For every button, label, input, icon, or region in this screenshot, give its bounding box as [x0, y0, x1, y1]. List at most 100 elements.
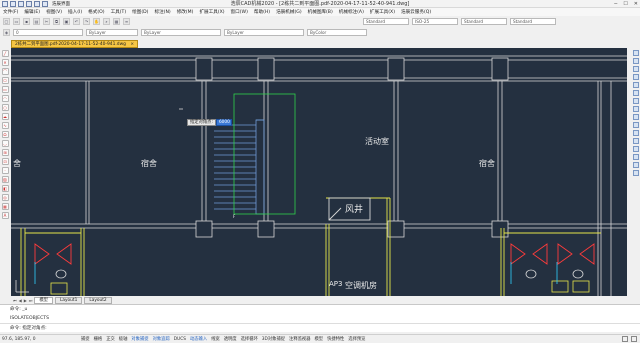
polyline-icon[interactable]: ⌒	[1, 68, 9, 75]
menu-draw[interactable]: 绘图(D)	[129, 9, 151, 15]
zoom-icon[interactable]: ⌕	[103, 17, 110, 25]
array-icon[interactable]	[633, 82, 639, 88]
print-icon[interactable]	[34, 0, 40, 7]
cloud-icon[interactable]: ☁	[1, 113, 9, 120]
extend-icon[interactable]	[633, 130, 639, 136]
settings-icon[interactable]	[622, 336, 628, 342]
menu-mech-dim[interactable]: 机械标注(A)	[336, 9, 367, 15]
text-style-combo[interactable]: Standard	[363, 17, 409, 25]
chamfer-icon[interactable]	[633, 154, 639, 160]
dynamic-input-toggle[interactable]: 动态输入	[190, 336, 207, 342]
menu-file[interactable]: 文件(F)	[0, 9, 21, 15]
lineweight-toggle[interactable]: 线宽	[211, 336, 220, 342]
undo-icon[interactable]	[42, 0, 48, 7]
cut-icon[interactable]: ✂	[43, 17, 50, 25]
snap-toggle[interactable]: 捕捉	[81, 336, 90, 342]
copy-object-icon[interactable]	[633, 58, 639, 64]
save-icon[interactable]	[26, 0, 32, 7]
erase-icon[interactable]	[633, 50, 639, 56]
menu-view[interactable]: 视图(V)	[43, 9, 65, 15]
mirror-icon[interactable]	[633, 66, 639, 72]
selection-cycling-toggle[interactable]: 选择循环	[241, 336, 258, 342]
menu-edit[interactable]: 编辑(E)	[21, 9, 43, 15]
model-space-toggle[interactable]: 模型	[315, 336, 324, 342]
otrack-toggle[interactable]: 对象追踪	[153, 336, 170, 342]
menu-insert[interactable]: 插入(I)	[65, 9, 85, 15]
last-layout-icon[interactable]: ⏭	[29, 298, 33, 303]
menu-mech[interactable]: 浩辰机械(G)	[273, 9, 305, 15]
command-prompt[interactable]: 命令: 指定对角点:	[0, 323, 640, 332]
table-style-combo[interactable]: Standard	[461, 17, 507, 25]
move-icon[interactable]	[633, 90, 639, 96]
rotate-icon[interactable]	[633, 98, 639, 104]
tooltip-value-input[interactable]: 6000	[215, 118, 232, 126]
join-icon[interactable]	[633, 146, 639, 152]
menu-tools[interactable]: 工具(T)	[108, 9, 130, 15]
maximize-icon[interactable]: ☐	[623, 1, 627, 7]
menu-window[interactable]: 窗口(W)	[228, 9, 251, 15]
color-combo[interactable]: ByLayer	[86, 28, 138, 36]
circle-icon[interactable]: ○	[1, 104, 9, 111]
open-icon[interactable]: ▭	[13, 17, 20, 25]
arc-icon[interactable]: ◠	[1, 95, 9, 102]
offset-icon[interactable]	[633, 74, 639, 80]
3d-osnap-toggle[interactable]: 3D对象捕捉	[262, 336, 285, 342]
next-layout-icon[interactable]: ▶	[24, 298, 27, 303]
minimize-icon[interactable]: ─	[614, 1, 617, 7]
first-layout-icon[interactable]: ⏮	[13, 298, 17, 303]
tab-layout2[interactable]: Layout2	[84, 296, 112, 304]
construction-line-icon[interactable]: ✕	[1, 59, 9, 66]
copy-icon[interactable]: ⧉	[53, 17, 60, 25]
insert-block-icon[interactable]: ⊞	[1, 149, 9, 156]
region-icon[interactable]: ◎	[1, 194, 9, 201]
polygon-icon[interactable]: ⬠	[1, 77, 9, 84]
menu-ext-tools[interactable]: 扩展工具(X)	[196, 9, 227, 15]
new-icon[interactable]: ▢	[3, 17, 10, 25]
menu-help[interactable]: 帮助(H)	[251, 9, 273, 15]
paste-icon[interactable]: ▣	[63, 17, 70, 25]
close-icon[interactable]: ×	[130, 42, 134, 47]
ducs-toggle[interactable]: DUCS	[174, 337, 186, 342]
osnap-toggle[interactable]: 对象捕捉	[131, 336, 148, 342]
explode-icon[interactable]	[633, 170, 639, 176]
rectangle-icon[interactable]: ▭	[1, 86, 9, 93]
menu-mech-lib[interactable]: 机械图库(B)	[305, 9, 336, 15]
pan-icon[interactable]: ✋	[93, 17, 100, 25]
transparency-toggle[interactable]: 透明度	[224, 336, 237, 342]
menu-format[interactable]: 格式(O)	[85, 9, 107, 15]
plot-style-combo[interactable]: ByColor	[307, 28, 367, 36]
polar-toggle[interactable]: 极轴	[119, 336, 128, 342]
quickbar-label[interactable]: 浩辰界面	[52, 1, 70, 7]
dim-style-combo[interactable]: ISO-25	[412, 17, 458, 25]
make-block-icon[interactable]: ⊡	[1, 158, 9, 165]
quick-properties-toggle[interactable]: 快捷特性	[327, 336, 344, 342]
spline-icon[interactable]: ∿	[1, 122, 9, 129]
trim-icon[interactable]	[633, 122, 639, 128]
document-tab[interactable]: 2栋共二到平面图.pdf-2020-04-17-11-52-40-941.dwg…	[11, 40, 139, 48]
drawing-canvas[interactable]: 宿舍 舍 活动室 宿舍 风井 空调机房 AP3 F 指定对角点: 6000	[11, 48, 627, 296]
point-icon[interactable]: ·	[1, 167, 9, 174]
scale-icon[interactable]	[633, 106, 639, 112]
menu-modify[interactable]: 修改(M)	[174, 9, 197, 15]
layer-icon[interactable]: ◈	[3, 28, 10, 36]
redo-icon[interactable]: ↷	[83, 17, 90, 25]
tab-layout1[interactable]: Layout1	[54, 296, 83, 304]
layer-combo[interactable]: 0	[13, 28, 83, 36]
menu-dimension[interactable]: 标注(N)	[151, 9, 173, 15]
properties-icon[interactable]: ▦	[113, 17, 120, 25]
ellipse-icon[interactable]: ⬭	[1, 131, 9, 138]
menu-ext-tools-2[interactable]: 扩展工具(X)	[367, 9, 398, 15]
linetype-combo[interactable]: ByLayer	[141, 28, 221, 36]
save-icon[interactable]: ▪	[23, 17, 30, 25]
table-icon[interactable]: ▦	[1, 203, 9, 210]
print-icon[interactable]: ▤	[33, 17, 40, 25]
menu-cloud[interactable]: 浩辰云服务(Q)	[398, 9, 434, 15]
break-icon[interactable]	[633, 138, 639, 144]
new-file-icon[interactable]	[10, 0, 16, 7]
mtext-icon[interactable]: A	[1, 212, 9, 219]
line-icon[interactable]: ╱	[1, 50, 9, 57]
fullscreen-icon[interactable]	[631, 336, 637, 342]
prev-layout-icon[interactable]: ◀	[19, 298, 22, 303]
command-window[interactable]: 命令: _u ISOLATEOBJECTS 命令: 指定对角点:	[0, 304, 640, 332]
grid-toggle[interactable]: 栅格	[94, 336, 103, 342]
